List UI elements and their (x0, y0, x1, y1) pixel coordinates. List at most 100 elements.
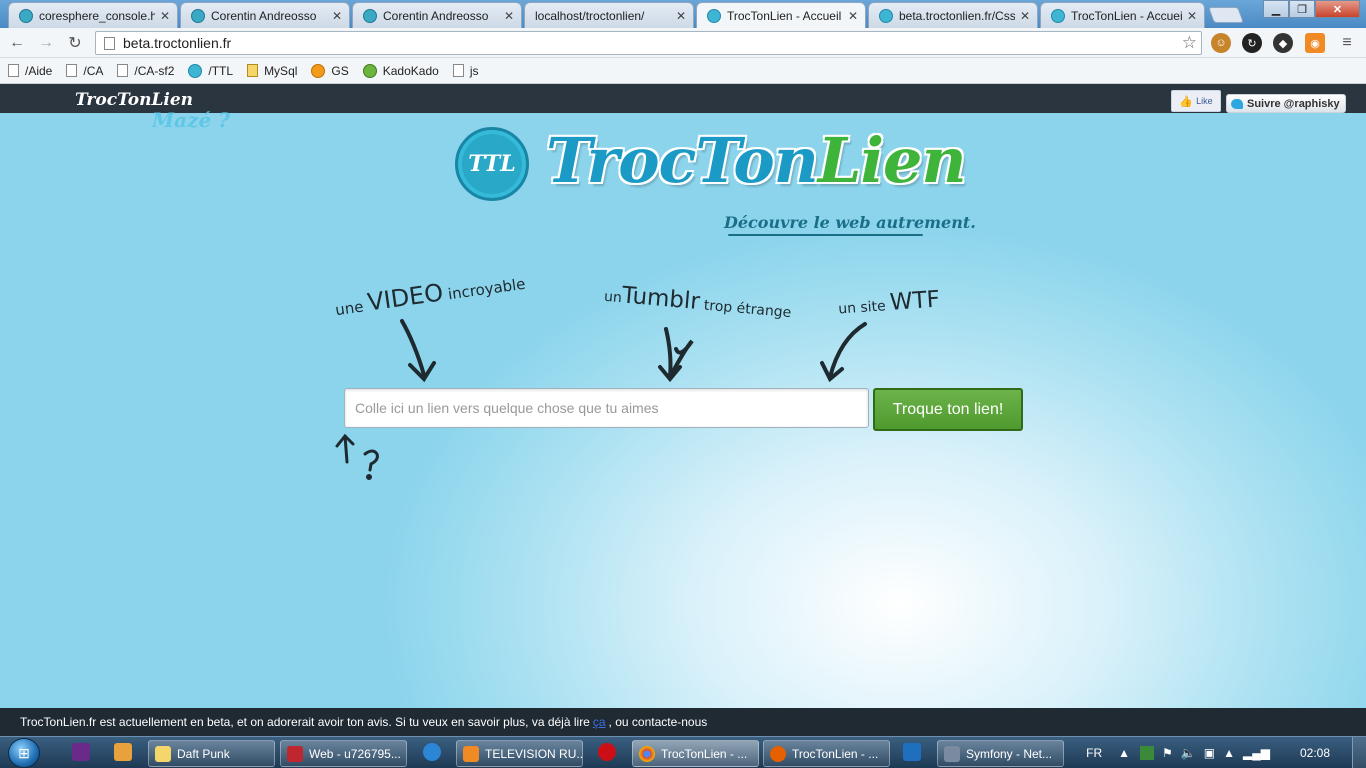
tab-troctonlien-active[interactable]: TrocTonLien - Accueil ✕ (696, 2, 866, 28)
pinned-app-icon[interactable] (72, 743, 90, 761)
bookmark-ca-sf2[interactable]: /CA-sf2 (117, 64, 174, 78)
task-filezilla[interactable]: Web - u726795... (280, 740, 407, 767)
task-label: TELEVISION RU... (485, 746, 583, 761)
close-icon[interactable]: ✕ (331, 9, 343, 23)
tagline-underline (728, 234, 923, 236)
google-drive-icon[interactable]: ▲ (1223, 746, 1235, 760)
logo-troc: Troc (546, 124, 696, 197)
tab-corentin-1[interactable]: Corentin Andreosso ✕ (180, 2, 350, 28)
task-label: Web - u726795... (309, 746, 401, 761)
task-label: TrocTonLien - ... (792, 746, 879, 761)
question-arrow-icon (335, 433, 379, 480)
media-player-icon[interactable] (114, 743, 132, 761)
bookmark-ttl[interactable]: /TTL (188, 63, 233, 78)
bookmark-label: MySql (264, 63, 298, 78)
bookmark-mysql[interactable]: MySql (247, 64, 297, 78)
twitter-follow-label: Suivre @raphisky (1247, 97, 1340, 110)
task-daft-punk[interactable]: Daft Punk (148, 740, 275, 767)
tab-localhost[interactable]: localhost/troctonlien/ ✕ (524, 2, 694, 28)
opera-icon[interactable] (598, 743, 616, 761)
tab-corentin-2[interactable]: Corentin Andreosso ✕ (352, 2, 522, 28)
gs-icon (311, 63, 326, 78)
tab-coresphere-console[interactable]: coresphere_console.ht ✕ (8, 2, 178, 28)
extension-sync-icon[interactable]: ↻ (1242, 33, 1262, 53)
hint-text: un (603, 288, 623, 307)
facebook-like-button[interactable]: 👍 Like (1171, 90, 1221, 112)
ttl-icon (707, 8, 721, 23)
filezilla-icon (287, 745, 303, 762)
outlook-icon[interactable] (903, 743, 921, 761)
troque-ton-lien-button[interactable]: Troque ton lien! (873, 388, 1023, 431)
extension-monkey-icon[interactable]: ☺ (1211, 33, 1231, 53)
bookmark-kadokado[interactable]: KadoKado (362, 63, 439, 78)
reload-icon[interactable]: ↻ (65, 33, 85, 53)
nav-logo[interactable]: TrocTonLien (75, 90, 193, 110)
logo-lien: Lien (817, 124, 967, 197)
new-tab-button[interactable] (1208, 7, 1244, 23)
task-symfony[interactable]: Symfony - Net... (937, 740, 1064, 767)
fb-like-label: Like (1196, 96, 1213, 106)
close-icon[interactable]: ✕ (1186, 9, 1198, 23)
kadokado-icon (362, 63, 377, 78)
page-icon (104, 36, 115, 50)
tab-title: Corentin Andreosso (383, 8, 489, 23)
show-hidden-icons-icon[interactable]: ▲ (1118, 746, 1130, 760)
start-button[interactable]: ⊞ (8, 738, 40, 768)
beta-info-link[interactable]: ça (593, 715, 606, 729)
task-firefox-troctonlien[interactable]: TrocTonLien - ... (763, 740, 890, 767)
browser-tab-strip: coresphere_console.ht ✕ Corentin Andreos… (0, 0, 1366, 28)
close-icon[interactable]: ✕ (159, 9, 171, 23)
bookmark-gs[interactable]: GS (311, 63, 349, 78)
extension-shield-icon[interactable]: ◆ (1273, 33, 1293, 53)
ttl-icon (879, 8, 893, 23)
clock[interactable]: 02:08 (1300, 746, 1330, 760)
rss-icon[interactable]: ◉ (1305, 33, 1325, 53)
browser-toolbar: ← → ↻ beta.troctonlien.fr ☆ ☺ ↻ ◆ ◉ ≡ (0, 28, 1366, 58)
bookmark-js[interactable]: js (452, 64, 478, 78)
tray-app-icon[interactable] (1140, 746, 1155, 760)
logo-ton: Ton (695, 124, 818, 197)
beta-notice-bar: TrocTonLien.fr est actuellement en beta,… (0, 708, 1366, 736)
action-center-flag-icon[interactable]: ⚑ (1162, 746, 1173, 760)
maximize-button[interactable]: ❐ (1289, 0, 1315, 18)
link-input[interactable] (344, 388, 869, 428)
bookmark-star-icon[interactable]: ☆ (1182, 33, 1197, 53)
task-label: Symfony - Net... (966, 746, 1053, 761)
minimize-button[interactable]: ▁ (1263, 0, 1289, 18)
logo-badge: TTL (455, 127, 529, 201)
language-indicator[interactable]: FR (1086, 746, 1102, 760)
tagline: Découvre le web autrement. (724, 213, 976, 232)
coresphere-icon (191, 8, 205, 23)
back-icon[interactable]: ← (7, 33, 27, 53)
bookmark-aide[interactable]: /Aide (8, 64, 52, 78)
tab-beta-css[interactable]: beta.troctonlien.fr/Css ✕ (868, 2, 1038, 28)
close-window-button[interactable]: ✕ (1315, 0, 1360, 18)
bookmark-label: GS (331, 63, 349, 78)
address-bar[interactable]: beta.troctonlien.fr ☆ (95, 31, 1202, 55)
device-icon[interactable]: ▣ (1204, 746, 1215, 760)
close-icon[interactable]: ✕ (675, 9, 687, 23)
hint-text-big: WTF (889, 286, 941, 316)
show-desktop-button[interactable] (1352, 737, 1366, 768)
tab-title: beta.troctonlien.fr/Css (899, 8, 1015, 23)
folder-icon (155, 745, 171, 762)
close-icon[interactable]: ✕ (503, 9, 515, 23)
forward-icon[interactable]: → (36, 33, 56, 53)
bookmark-ca[interactable]: /CA (66, 64, 103, 78)
bookmark-label: /Aide (25, 63, 53, 78)
task-vlc[interactable]: TELEVISION RU... (456, 740, 583, 767)
task-chrome-troctonlien[interactable]: TrocTonLien - ... (632, 740, 759, 767)
network-signal-icon[interactable]: ▂▄▆ (1243, 746, 1270, 760)
url-text: beta.troctonlien.fr (123, 35, 232, 51)
tab-troctonlien-2[interactable]: TrocTonLien - Accueil ✕ (1040, 2, 1205, 28)
internet-explorer-icon[interactable] (423, 743, 441, 761)
volume-icon[interactable]: 🔈 (1181, 746, 1196, 760)
page-icon (452, 64, 464, 77)
close-icon[interactable]: ✕ (1019, 9, 1031, 23)
close-icon[interactable]: ✕ (847, 9, 859, 23)
menu-wrench-icon[interactable]: ≡ (1337, 33, 1357, 53)
nav-logo-sub: Mazé ? (152, 108, 230, 132)
twitter-follow-button[interactable]: Suivre @raphisky (1226, 94, 1346, 113)
phpmyadmin-icon (247, 64, 259, 77)
vlc-icon (463, 745, 479, 762)
